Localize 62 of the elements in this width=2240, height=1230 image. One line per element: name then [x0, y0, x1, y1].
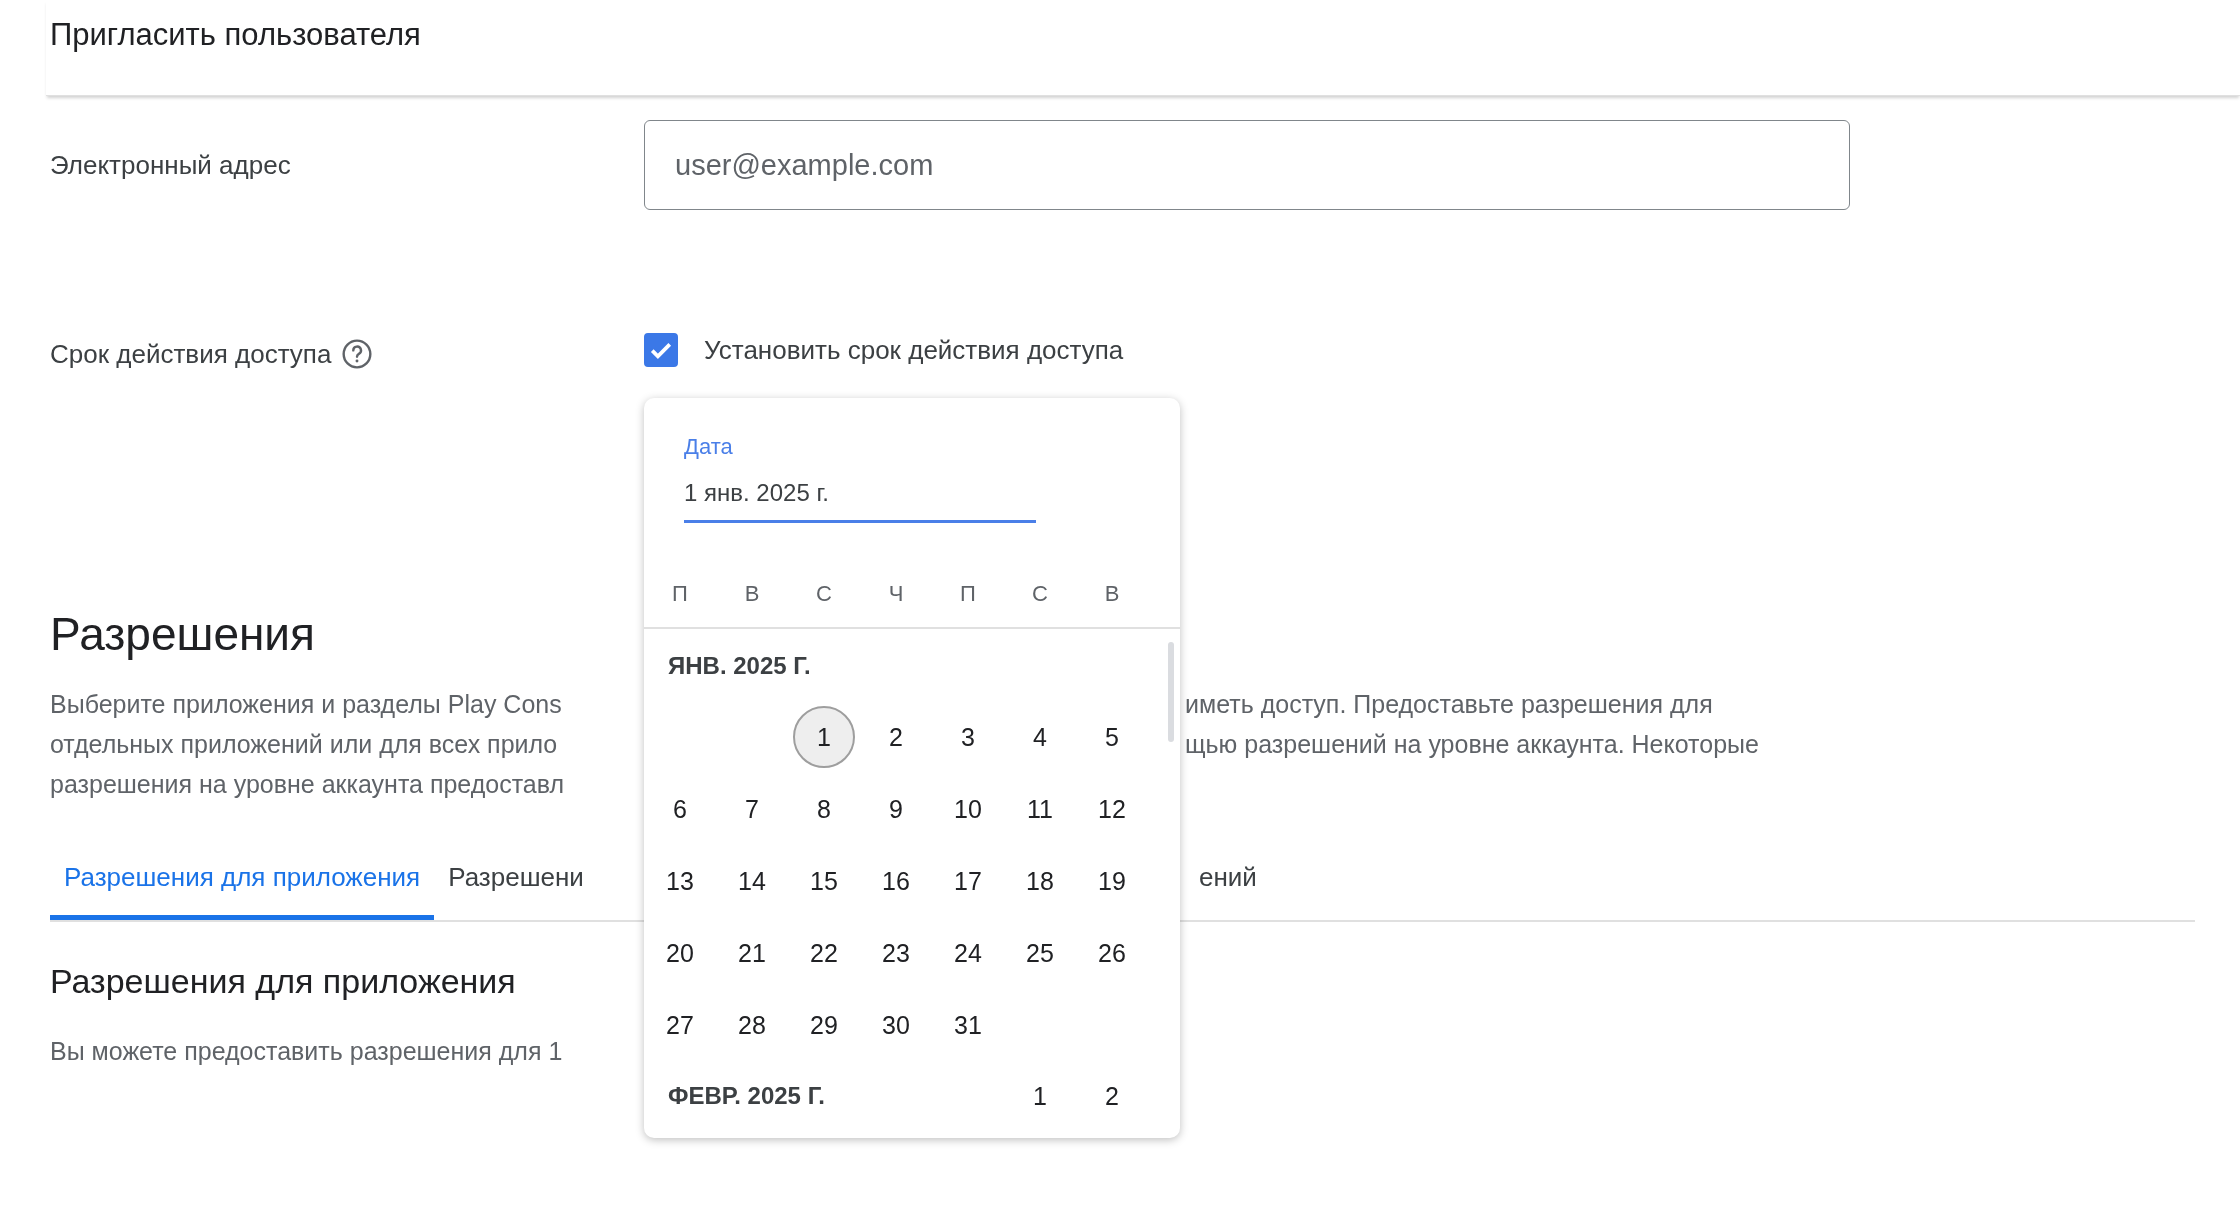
description-text: разрешения на уровне аккаунта предоставл — [50, 770, 565, 798]
month-title: ФЕВР. 2025 Г. — [667, 1082, 826, 1110]
weekday-label: В — [743, 580, 761, 608]
day-button[interactable]: 15 — [793, 850, 855, 912]
day-button[interactable]: 7 — [721, 778, 783, 840]
day-button[interactable]: 28 — [721, 994, 783, 1056]
weekday-label: П — [671, 580, 689, 608]
access-label: Срок действия доступа — [50, 338, 332, 370]
tab[interactable]: Разрешения для приложения — [50, 844, 435, 920]
checkbox[interactable] — [644, 333, 678, 367]
section-text: Вы можете предоставить разрешения для 1 — [50, 1037, 563, 1065]
day-button[interactable]: 3 — [937, 706, 999, 768]
day-button[interactable]: 24 — [937, 922, 999, 984]
weekday-label: П — [959, 580, 977, 608]
help-icon[interactable] — [341, 338, 374, 370]
day-button[interactable]: 21 — [721, 922, 783, 984]
email-field[interactable]: user@example.com — [644, 120, 1850, 210]
day-button[interactable]: 25 — [1009, 922, 1071, 984]
description-text: Выберите приложения и разделы Play Cons — [50, 690, 562, 718]
day-button[interactable]: 9 — [865, 778, 927, 840]
description-text: иметь доступ. Предоставьте разрешения для — [1185, 689, 1713, 720]
description-text: щью разрешений на уровне аккаунта. Некоторые — [1185, 729, 1759, 760]
day-button[interactable]: 10 — [937, 778, 999, 840]
email-label: Электронный адрес — [50, 149, 292, 181]
day-button[interactable]: 13 — [649, 850, 711, 912]
day-button[interactable]: 1 — [793, 706, 855, 768]
day-button[interactable]: 18 — [1009, 850, 1071, 912]
day-button[interactable]: 27 — [649, 994, 711, 1056]
day-button[interactable]: 19 — [1081, 850, 1143, 912]
scrollbar[interactable] — [1168, 642, 1174, 742]
description-text: отдельных приложений или для всех прило — [50, 730, 558, 758]
weekday-label: С — [1031, 580, 1049, 608]
weekday-label: С — [815, 580, 833, 608]
day-button[interactable]: 11 — [1009, 778, 1071, 840]
day-button[interactable]: 22 — [793, 922, 855, 984]
day-button[interactable]: 6 — [649, 778, 711, 840]
weekday-label: Ч — [887, 580, 905, 608]
day-button[interactable]: 1 — [1009, 1065, 1071, 1127]
day-button[interactable]: 30 — [865, 994, 927, 1056]
day-button[interactable]: 29 — [793, 994, 855, 1056]
day-button[interactable]: 12 — [1081, 778, 1143, 840]
day-button[interactable]: 14 — [721, 850, 783, 912]
section-heading: Разрешения — [50, 607, 315, 662]
day-button[interactable]: 2 — [865, 706, 927, 768]
day-button[interactable]: 16 — [865, 850, 927, 912]
subsection-heading: Разрешения для приложения — [50, 961, 517, 1002]
day-button[interactable]: 5 — [1081, 706, 1143, 768]
day-button[interactable]: 23 — [865, 922, 927, 984]
day-button[interactable]: 17 — [937, 850, 999, 912]
date-field[interactable]: Дата 1 янв. 2025 г. — [684, 434, 1036, 523]
day-button[interactable]: 4 — [1009, 706, 1071, 768]
tab[interactable]: Разрешени — [434, 844, 598, 920]
day-button[interactable]: 2 — [1081, 1065, 1143, 1127]
day-button[interactable]: 20 — [649, 922, 711, 984]
day-button[interactable]: 8 — [793, 778, 855, 840]
day-button[interactable]: 26 — [1081, 922, 1143, 984]
tab[interactable]: ений — [1185, 844, 1271, 922]
weekday-label: В — [1103, 580, 1121, 608]
month-title: ЯНВ. 2025 Г. — [667, 652, 812, 680]
day-button[interactable]: 31 — [937, 994, 999, 1056]
checkbox-label: Установить срок действия доступа — [704, 334, 1124, 366]
dialog-title: Пригласить пользователя — [49, 17, 421, 53]
